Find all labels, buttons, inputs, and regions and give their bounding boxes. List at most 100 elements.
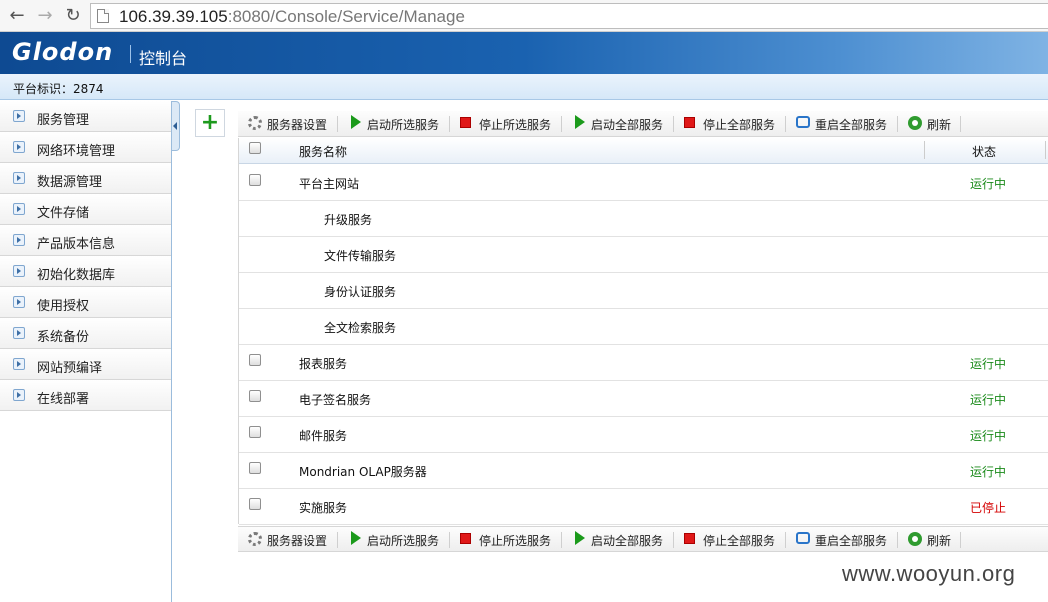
sidebar-item-label: 网站预编译 <box>37 361 103 376</box>
table-row[interactable]: 电子签名服务 运行中 <box>239 381 1048 417</box>
sidebar-item[interactable]: 文件存储 <box>0 194 171 225</box>
expand-arrow-icon <box>13 172 25 184</box>
platform-id-label: 平台标识：2874 <box>13 82 104 96</box>
table-row[interactable]: 平台主网站 运行中 <box>239 165 1048 201</box>
gear-icon <box>248 532 262 546</box>
service-name: 平台主网站 <box>299 177 360 191</box>
column-header-status: 状态 <box>972 145 997 159</box>
refresh-icon <box>908 532 922 546</box>
service-name: 报表服务 <box>299 357 348 371</box>
sidebar-item-label: 数据源管理 <box>37 175 103 190</box>
play-icon <box>575 531 585 545</box>
sidebar-collapse-handle[interactable] <box>172 101 180 151</box>
toolbar-divider <box>785 116 786 132</box>
toolbar-top: 服务器设置 启动所选服务 停止所选服务 启动全部服务 停止全部服务 重启全部服务… <box>238 111 1048 137</box>
url-text: 106.39.39.105:8080/Console/Service/Manag… <box>119 7 465 26</box>
toolbar-divider <box>897 532 898 548</box>
add-button[interactable]: + <box>195 109 225 137</box>
column-divider <box>1045 141 1046 159</box>
toolbar-divider <box>337 532 338 548</box>
service-status: 运行中 <box>970 357 1007 371</box>
service-name: 电子签名服务 <box>299 393 372 407</box>
play-icon <box>351 115 361 129</box>
service-name: 文件传输服务 <box>324 249 397 263</box>
expand-arrow-icon <box>13 358 25 370</box>
sidebar-item-label: 文件存储 <box>37 206 90 221</box>
toolbar-divider <box>673 116 674 132</box>
stop-icon <box>460 117 471 128</box>
expand-arrow-icon <box>13 141 25 153</box>
page-icon <box>97 9 109 23</box>
expand-arrow-icon <box>13 110 25 122</box>
sidebar-item[interactable]: 系统备份 <box>0 318 171 349</box>
gear-icon <box>248 116 262 130</box>
play-icon <box>351 531 361 545</box>
stop-icon <box>684 117 695 128</box>
reload-icon[interactable]: ↻ <box>61 4 85 28</box>
table-row[interactable]: 全文检索服务 <box>239 309 1048 345</box>
table-row[interactable]: 邮件服务 运行中 <box>239 417 1048 453</box>
sidebar-item[interactable]: 网络环境管理 <box>0 132 171 163</box>
sidebar: 服务管理网络环境管理 数据源管理文件存储产品版本信息 初始化数据库 使用授权系统备份网… <box>0 101 172 602</box>
row-checkbox[interactable] <box>249 354 261 366</box>
row-checkbox[interactable] <box>249 462 261 474</box>
table-row[interactable]: 报表服务 运行中 <box>239 345 1048 381</box>
select-all-checkbox[interactable] <box>249 142 261 154</box>
service-name: 邮件服务 <box>299 429 348 443</box>
service-name: Mondrian OLAP服务器 <box>299 465 427 479</box>
sidebar-item-label: 初始化数据库 <box>37 268 116 283</box>
forward-arrow-icon[interactable]: → <box>33 4 57 28</box>
refresh-icon <box>908 116 922 130</box>
expand-arrow-icon <box>13 265 25 277</box>
toolbar-divider <box>449 532 450 548</box>
row-checkbox[interactable] <box>249 174 261 186</box>
header-banner: Glodon 控制台 <box>0 32 1048 74</box>
expand-arrow-icon <box>13 389 25 401</box>
expand-arrow-icon <box>13 327 25 339</box>
row-checkbox[interactable] <box>249 390 261 402</box>
restart-icon <box>796 116 810 128</box>
address-bar[interactable]: 106.39.39.105:8080/Console/Service/Manag… <box>90 3 1048 29</box>
sidebar-item-label: 使用授权 <box>37 299 90 314</box>
column-divider <box>924 141 925 159</box>
table-row[interactable]: Mondrian OLAP服务器 运行中 <box>239 453 1048 489</box>
toolbar-divider <box>897 116 898 132</box>
sidebar-item-label: 产品版本信息 <box>37 237 116 252</box>
sidebar-item[interactable]: 初始化数据库 <box>0 256 171 287</box>
logo-divider <box>130 45 131 63</box>
sidebar-item[interactable]: 使用授权 <box>0 287 171 318</box>
stop-icon <box>460 533 471 544</box>
expand-arrow-icon <box>13 234 25 246</box>
platform-id-bar: 平台标识：2874 <box>0 74 1048 100</box>
sidebar-item-label: 系统备份 <box>37 330 90 345</box>
service-status: 已停止 <box>970 501 1007 515</box>
expand-arrow-icon <box>13 203 25 215</box>
toolbar-bottom: 服务器设置 启动所选服务 停止所选服务 启动全部服务 停止全部服务 重启全部服务… <box>238 526 1048 552</box>
sidebar-item[interactable]: 网站预编译 <box>0 349 171 380</box>
row-checkbox[interactable] <box>249 426 261 438</box>
sidebar-item[interactable]: 产品版本信息 <box>0 225 171 256</box>
table-row[interactable]: 身份认证服务 <box>239 273 1048 309</box>
service-status: 运行中 <box>970 177 1007 191</box>
browser-toolbar: ← → ↻ 106.39.39.105:8080/Console/Service… <box>0 0 1048 32</box>
restart-icon <box>796 532 810 544</box>
service-name: 升级服务 <box>324 213 373 227</box>
sidebar-item[interactable]: 数据源管理 <box>0 163 171 194</box>
sidebar-item[interactable]: 服务管理 <box>0 101 171 132</box>
toolbar-divider <box>337 116 338 132</box>
table-row[interactable]: 实施服务 已停止 <box>239 489 1048 525</box>
table-row[interactable]: 文件传输服务 <box>239 237 1048 273</box>
service-name: 身份认证服务 <box>324 285 397 299</box>
toolbar-divider <box>449 116 450 132</box>
glodon-logo: Glodon <box>12 38 114 66</box>
table-row[interactable]: 升级服务 <box>239 201 1048 237</box>
watermark: www.wooyun.org <box>842 561 1016 586</box>
sidebar-item[interactable]: 在线部署 <box>0 380 171 411</box>
back-arrow-icon[interactable]: ← <box>5 4 29 28</box>
sidebar-item-label: 网络环境管理 <box>37 144 116 159</box>
row-checkbox[interactable] <box>249 498 261 510</box>
expand-arrow-icon <box>13 296 25 308</box>
toolbar-divider <box>561 116 562 132</box>
service-name: 实施服务 <box>299 501 348 515</box>
services-table: 服务名称 状态 平台主网站 运行中 升级服务 文件传输服务 身份认证服务 全文检索服务 报表… <box>238 138 1048 525</box>
